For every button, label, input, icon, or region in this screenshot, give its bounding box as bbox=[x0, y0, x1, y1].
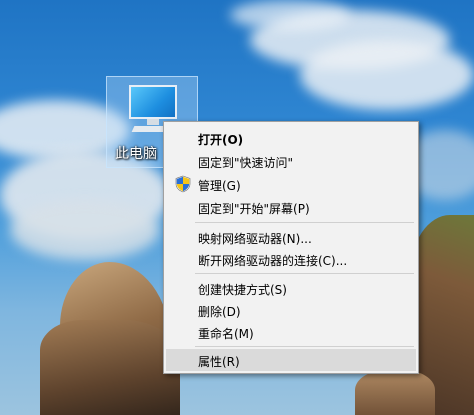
menu-item-label: 删除(D) bbox=[198, 305, 241, 319]
context-menu: 打开(O) 固定到"快速访问" 管理(G) 固定到"开始"屏幕(P) 映射网络驱… bbox=[163, 121, 419, 374]
menu-item-pin-start[interactable]: 固定到"开始"屏幕(P) bbox=[166, 196, 416, 218]
menu-item-label: 重命名(M) bbox=[198, 327, 254, 341]
menu-item-label: 管理(G) bbox=[198, 179, 241, 193]
menu-item-label: 固定到"开始"屏幕(P) bbox=[198, 202, 310, 216]
menu-item-manage[interactable]: 管理(G) bbox=[166, 173, 416, 195]
rock-formation bbox=[355, 370, 435, 415]
menu-item-map-network-drive[interactable]: 映射网络驱动器(N)... bbox=[166, 226, 416, 248]
menu-item-properties[interactable]: 属性(R) bbox=[166, 349, 416, 371]
menu-separator bbox=[195, 346, 414, 347]
menu-item-label: 断开网络驱动器的连接(C)... bbox=[198, 254, 348, 268]
menu-separator bbox=[195, 222, 414, 223]
desktop-icon-label: 此电脑 bbox=[115, 146, 157, 162]
desktop: 此电脑 打开(O) 固定到"快速访问" 管理(G) 固定到"开始"屏幕(P) 映… bbox=[0, 0, 474, 415]
menu-item-pin-quick-access[interactable]: 固定到"快速访问" bbox=[166, 150, 416, 172]
menu-item-delete[interactable]: 删除(D) bbox=[166, 299, 416, 321]
cloud bbox=[230, 0, 350, 30]
rock-formation bbox=[40, 320, 180, 415]
menu-item-label: 映射网络驱动器(N)... bbox=[198, 232, 312, 246]
cloud bbox=[10, 200, 160, 260]
menu-item-rename[interactable]: 重命名(M) bbox=[166, 321, 416, 343]
menu-item-create-shortcut[interactable]: 创建快捷方式(S) bbox=[166, 277, 416, 299]
cloud bbox=[300, 40, 474, 110]
menu-item-label: 固定到"快速访问" bbox=[198, 156, 294, 170]
uac-shield-icon bbox=[175, 175, 191, 193]
menu-separator bbox=[195, 273, 414, 274]
menu-item-open[interactable]: 打开(O) bbox=[166, 127, 416, 149]
menu-item-label: 属性(R) bbox=[198, 355, 240, 369]
menu-item-label: 创建快捷方式(S) bbox=[198, 283, 287, 297]
menu-item-label: 打开(O) bbox=[198, 133, 244, 147]
menu-item-disconnect-network-drive[interactable]: 断开网络驱动器的连接(C)... bbox=[166, 248, 416, 270]
